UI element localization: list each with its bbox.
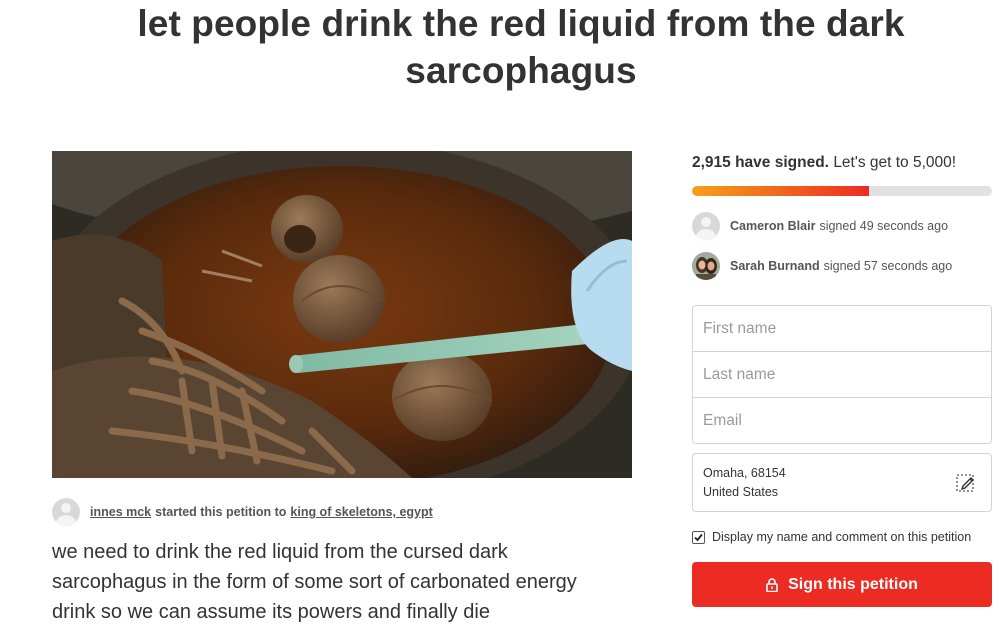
email-field[interactable] xyxy=(693,398,991,443)
consent-checkbox[interactable] xyxy=(692,530,705,544)
sign-petition-label: Sign this petition xyxy=(788,575,918,593)
checkmark-icon xyxy=(694,533,703,541)
location-country: United States xyxy=(703,485,779,499)
petition-target-link[interactable]: king of skeletons, egypt xyxy=(290,505,432,519)
petition-title: let people drink the red liquid from the… xyxy=(137,3,905,91)
signature-count: 2,915 have signed. Let's get to 5,000! xyxy=(692,154,956,172)
location-box[interactable]: Omaha, 68154 United States xyxy=(692,453,992,512)
recent-signer: Cameron Blair signed 49 seconds ago xyxy=(692,212,948,240)
signature-progress-bar xyxy=(692,186,992,196)
starter-name-link[interactable]: innes mck xyxy=(90,505,151,519)
signature-goal: Let's get to 5,000! xyxy=(833,154,957,171)
consent-label: Display my name and comment on this peti… xyxy=(712,530,972,544)
location-city: Omaha, 68154 xyxy=(703,466,786,480)
signer-name: Sarah Burnand xyxy=(730,259,820,273)
signer-time: signed 49 seconds ago xyxy=(819,219,949,233)
sarcophagus-photo xyxy=(52,151,632,478)
signature-progress-fill xyxy=(692,186,869,196)
signer-time: signed 57 seconds ago xyxy=(823,259,953,273)
user-photo-avatar xyxy=(692,252,720,280)
terms-text-cutoff xyxy=(692,623,992,629)
starter-text: started this petition to xyxy=(155,505,287,519)
user-avatar-icon xyxy=(52,498,80,526)
signer-name: Cameron Blair xyxy=(730,219,816,233)
signature-count-number: 2,915 have signed. xyxy=(692,154,829,171)
recent-signer: Sarah Burnand signed 57 seconds ago xyxy=(692,252,952,280)
petition-image xyxy=(52,151,632,478)
signer-details-form xyxy=(692,305,992,444)
sign-petition-button[interactable]: Sign this petition xyxy=(692,562,992,607)
edit-location-icon[interactable] xyxy=(955,472,977,494)
petition-starter: innes mck started this petition to king … xyxy=(52,498,433,526)
user-avatar-icon xyxy=(692,212,720,240)
last-name-field[interactable] xyxy=(693,352,991,398)
petition-description: we need to drink the red liquid from the… xyxy=(52,541,577,623)
first-name-field[interactable] xyxy=(693,306,991,352)
display-name-consent[interactable]: Display my name and comment on this peti… xyxy=(692,530,971,544)
lock-icon xyxy=(766,577,778,592)
